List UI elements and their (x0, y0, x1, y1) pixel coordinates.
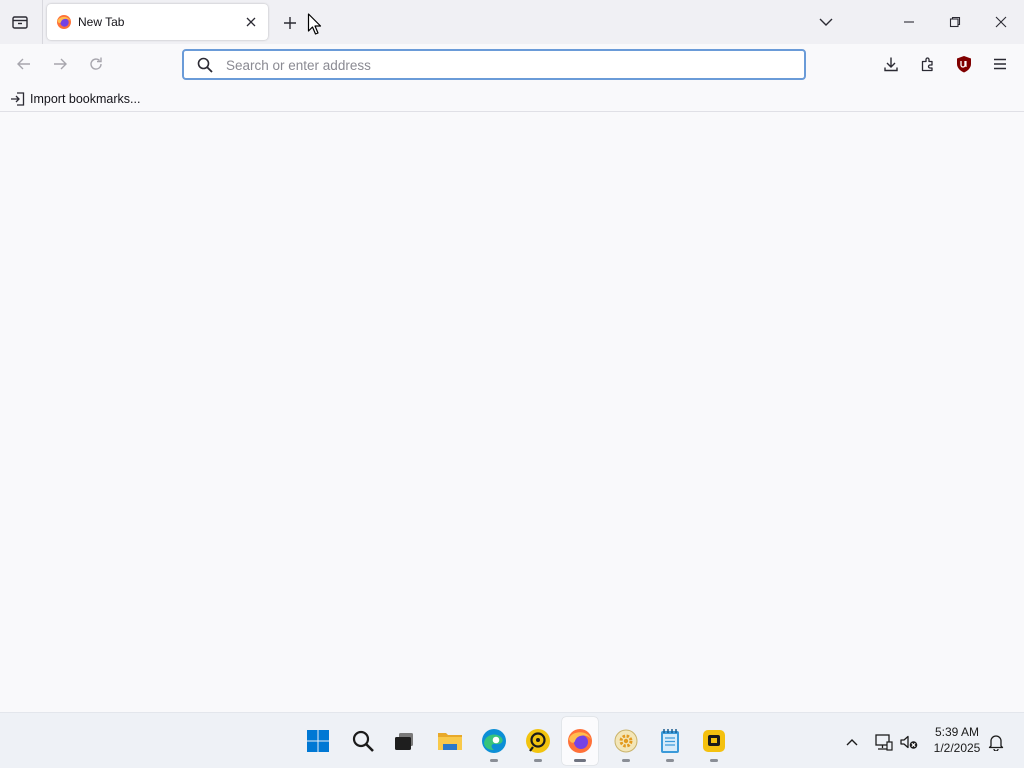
running-indicator (490, 759, 498, 762)
firefox-view-button[interactable] (8, 10, 32, 34)
ublock-origin-icon (957, 56, 971, 73)
address-input[interactable] (226, 54, 786, 76)
close-icon (995, 16, 1007, 28)
show-hidden-icons-button[interactable] (842, 732, 862, 752)
minimize-button[interactable] (894, 8, 924, 36)
navigation-toolbar (0, 44, 1024, 84)
volume-button[interactable] (898, 731, 920, 753)
tab-separator (42, 0, 43, 44)
restore-icon (949, 16, 961, 28)
hamburger-menu-icon (994, 58, 1006, 70)
tab-new-tab[interactable]: New Tab (47, 4, 268, 40)
running-indicator (574, 759, 586, 762)
task-view-button[interactable] (387, 717, 423, 765)
app-gear-button[interactable] (608, 717, 644, 765)
reload-icon (90, 57, 102, 70)
mouse-cursor-icon (307, 13, 322, 35)
running-indicator (666, 759, 674, 762)
chevron-down-icon (819, 18, 833, 26)
ublock-origin-button[interactable] (953, 53, 975, 75)
app-menu-button[interactable] (989, 53, 1011, 75)
list-all-tabs-button[interactable] (815, 11, 837, 33)
extensions-icon (921, 57, 933, 72)
search-icon (197, 57, 213, 73)
extensions-button[interactable] (917, 53, 939, 75)
network-icon (875, 734, 893, 751)
back-button[interactable] (12, 52, 36, 76)
page-content (0, 113, 1024, 712)
clock-date: 1/2/2025 (933, 741, 981, 755)
running-indicator (534, 759, 542, 762)
firefox-view-icon (12, 16, 28, 29)
start-button[interactable] (300, 717, 336, 765)
notifications-button[interactable] (986, 732, 1006, 752)
notepad-button[interactable] (652, 717, 688, 765)
tab-title: New Tab (78, 15, 125, 29)
edge-icon (482, 729, 506, 753)
download-icon (884, 57, 898, 72)
app-yellow-box-button[interactable] (696, 717, 732, 765)
notepad-icon (661, 729, 679, 753)
minimize-icon (904, 21, 914, 23)
firefox-favicon-icon (57, 15, 71, 29)
arrow-right-icon (54, 58, 67, 70)
firefox-icon (568, 729, 592, 753)
edge-button[interactable] (476, 717, 512, 765)
file-explorer-button[interactable] (432, 717, 468, 765)
network-button[interactable] (872, 731, 894, 753)
reload-button[interactable] (84, 52, 108, 76)
import-icon (11, 92, 25, 106)
import-bookmarks-label: Import bookmarks... (30, 92, 141, 106)
search-icon (352, 730, 374, 752)
taskbar: 5:39 AM 1/2/2025 (0, 712, 1024, 768)
chevron-up-icon (846, 739, 858, 746)
folder-icon (438, 733, 462, 750)
bookmarks-toolbar: Import bookmarks... (0, 84, 1024, 112)
import-bookmarks-button[interactable]: Import bookmarks... (10, 90, 140, 108)
address-bar[interactable] (182, 49, 806, 80)
clock-time: 5:39 AM (934, 725, 980, 739)
forward-button[interactable] (48, 52, 72, 76)
bell-icon (988, 735, 1004, 751)
volume-muted-icon (900, 735, 918, 749)
close-icon (246, 17, 256, 27)
taskbar-search-button[interactable] (345, 717, 381, 765)
task-view-icon (395, 733, 413, 750)
tab-strip: New Tab (0, 0, 1024, 44)
system-clock[interactable]: 5:39 AM 1/2/2025 (922, 724, 992, 756)
gear-icon (614, 729, 638, 753)
downloads-button[interactable] (880, 53, 902, 75)
plus-icon (284, 17, 296, 29)
tab-close-button[interactable] (241, 12, 261, 32)
running-indicator (622, 759, 630, 762)
running-indicator (710, 759, 718, 762)
app-yellow-box-icon (703, 730, 725, 752)
app-yellow-icon (526, 729, 550, 753)
restore-button[interactable] (940, 8, 970, 36)
arrow-left-icon (17, 58, 30, 70)
windows-logo-icon (307, 730, 329, 752)
app-yellow-button[interactable] (520, 717, 556, 765)
new-tab-button[interactable] (279, 12, 301, 34)
firefox-button[interactable] (562, 717, 598, 765)
close-window-button[interactable] (986, 8, 1016, 36)
